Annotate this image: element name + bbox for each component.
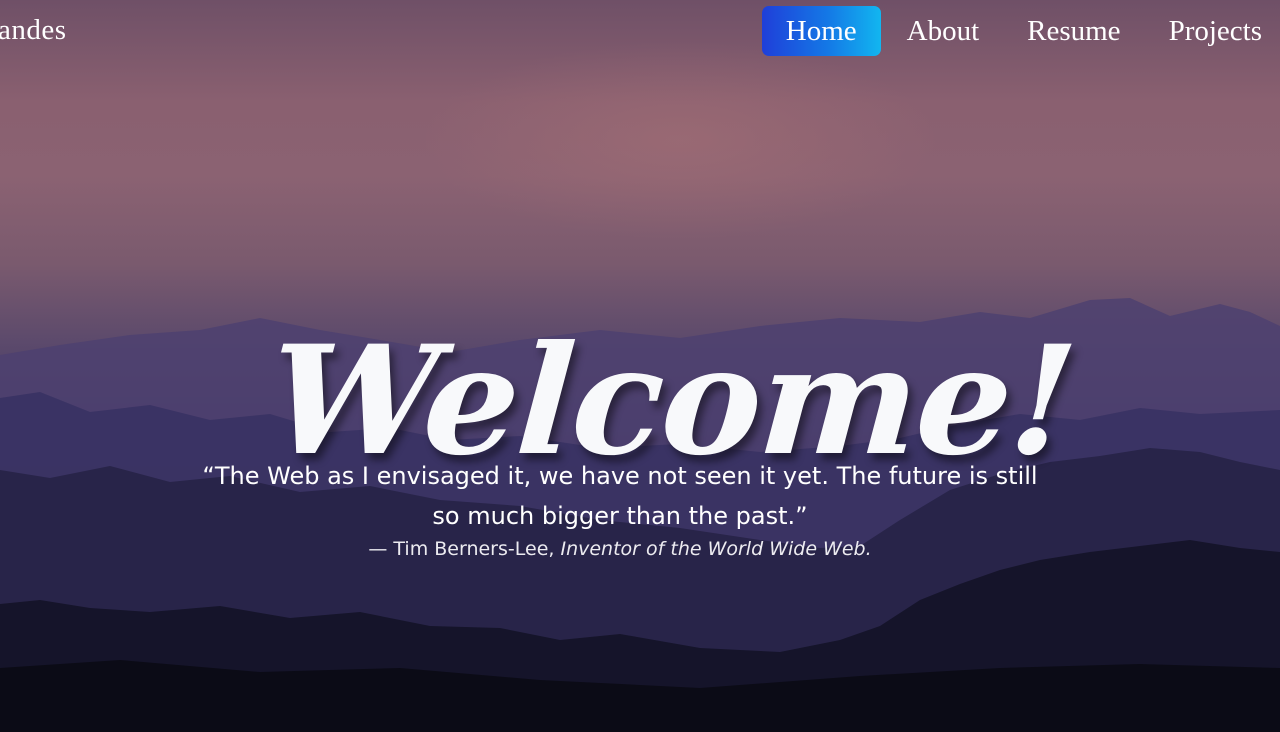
hero-quote: “The Web as I envisaged it, we have not … (202, 462, 1038, 530)
nav-link-home[interactable]: Home (761, 6, 881, 56)
nav-link-about[interactable]: About (883, 6, 1004, 56)
attribution-role: Inventor of the World Wide Web. (560, 538, 872, 560)
brand-logo-text[interactable]: andes (0, 14, 67, 47)
top-navbar: andes Home About Resume Projects (0, 0, 1280, 64)
nav-links: Home About Resume Projects (761, 6, 1280, 56)
nav-link-resume[interactable]: Resume (1003, 6, 1144, 56)
quote-attribution: — Tim Berners-Lee, Inventor of the World… (190, 535, 1050, 563)
nav-link-projects[interactable]: Projects (1145, 6, 1280, 56)
attribution-author: — Tim Berners-Lee, (368, 538, 555, 560)
